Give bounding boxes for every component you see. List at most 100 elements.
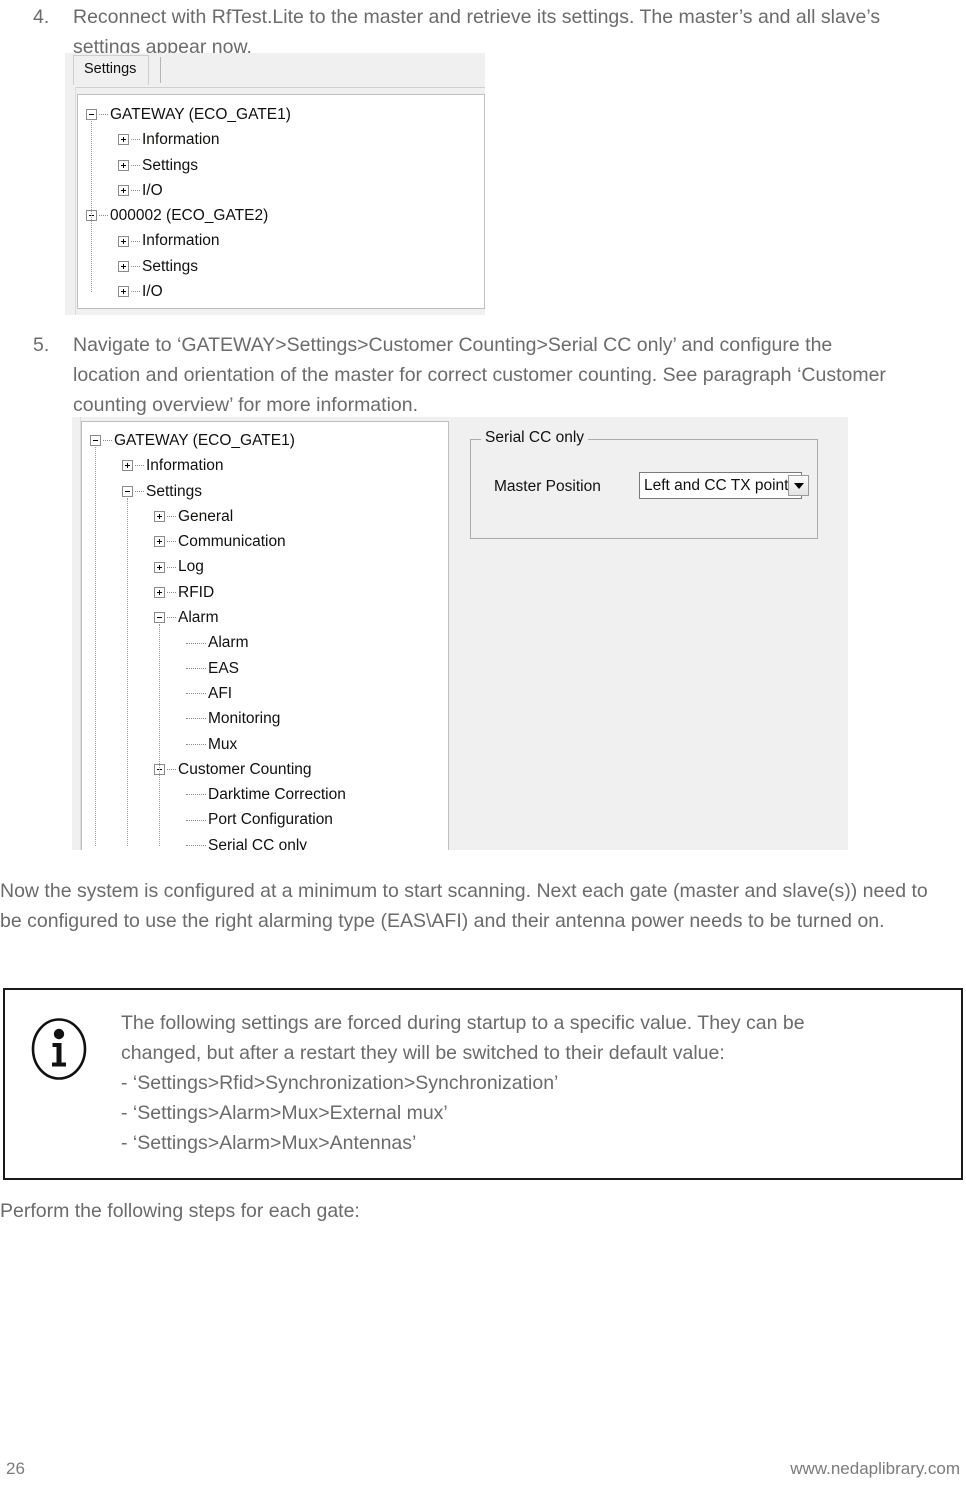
master-position-combobox[interactable]: Left and CC TX point [639,472,810,499]
tree-item-label: Monitoring [208,710,281,728]
tree-item[interactable]: General [90,504,346,529]
tree-guide-line [159,624,160,847]
tree-item[interactable]: Information [86,127,291,152]
left-gutter [65,87,76,315]
tree-connector-icon [131,265,140,268]
tree-item[interactable]: Communication [90,529,346,554]
tree-item[interactable]: Information [90,453,346,478]
collapse-minus-icon[interactable] [122,485,133,497]
tree-item[interactable]: Log [90,554,346,579]
tree-leaf-connector-icon [186,819,206,822]
tree-item[interactable]: AFI [90,681,346,706]
master-position-value: Left and CC TX point [644,476,789,494]
settings-detail-panel: Serial CC only Master Position Left and … [450,417,848,850]
chevron-down-icon[interactable] [788,475,810,496]
list-item-step-5: 5. Navigate to ‘GATEWAY>Settings>Custome… [33,330,893,420]
expand-plus-icon[interactable] [154,586,165,598]
tree-item[interactable]: Settings [90,479,346,504]
tree-item[interactable]: GATEWAY (ECO_GATE1) [90,428,346,453]
tree-item-label: Information [146,457,224,475]
figure-serial-cc-screenshot: GATEWAY (ECO_GATE1) Information Settings Ge… [72,417,848,850]
tree-connector-icon [167,541,176,543]
expand-plus-icon[interactable] [118,185,129,197]
tree-item-label: EAS [208,659,240,677]
tree-item-label: Port Configuration [208,811,333,829]
expand-plus-icon[interactable] [118,260,129,272]
note-text: The following settings are forced during… [121,1008,941,1158]
gateway-tree[interactable]: GATEWAY (ECO_GATE1) Information Settings I/… [86,102,291,304]
tree-item-label: Alarm [208,634,249,652]
collapse-minus-icon[interactable] [86,109,97,121]
tree-item[interactable]: Monitoring [90,706,346,731]
settings-tree-pane[interactable]: GATEWAY (ECO_GATE1) Information Settings Ge… [81,421,449,850]
tree-connector-icon [131,139,140,141]
tree-leaf-connector-icon [186,743,206,746]
tree-leaf-connector-icon [186,667,206,670]
tree-leaf-connector-icon [186,844,206,847]
note-line-5: - ‘Settings>Alarm>Mux>Antennas’ [121,1132,417,1154]
info-icon [31,1018,87,1080]
tree-item[interactable]: Settings [86,153,291,178]
tree-item-label: Darktime Correction [208,786,346,804]
left-gutter-2 [72,417,81,850]
tree-guide-line [95,447,96,847]
expand-plus-icon[interactable] [118,134,129,146]
tree-item-label: Information [142,131,220,149]
tree-connector-icon [167,769,176,771]
tree-item[interactable]: Customer Counting [90,757,346,782]
tree-item[interactable]: Serial CC only [90,833,346,850]
tree-item[interactable]: Mux [90,732,346,757]
collapse-minus-icon[interactable] [90,435,101,447]
tree-guide-line [91,121,92,293]
tree-connector-icon [167,617,176,619]
gateway-tree-pane[interactable]: GATEWAY (ECO_GATE1) Information Settings I/… [77,94,485,309]
tree-item[interactable]: Settings [86,254,291,279]
tree-leaf-connector-icon [186,794,206,796]
tree-item-label: I/O [142,181,163,199]
tree-item-label: I/O [142,283,163,301]
tree-item[interactable]: EAS [90,656,346,681]
step-5-text: Navigate to ‘GATEWAY>Settings>Customer C… [73,334,886,416]
tree-item[interactable]: Darktime Correction [90,782,346,807]
expand-plus-icon[interactable] [118,159,129,171]
tree-item[interactable]: 000002 (ECO_GATE2) [86,203,291,228]
settings-tree[interactable]: GATEWAY (ECO_GATE1) Information Settings Ge… [90,428,346,850]
tree-connector-icon [167,566,176,569]
tree-item[interactable]: I/O [86,279,291,304]
tree-item[interactable]: Port Configuration [90,807,346,832]
tree-connector-icon [103,440,112,442]
expand-plus-icon[interactable] [118,235,129,247]
tree-item-label: Communication [178,533,286,551]
master-position-label: Master Position [494,478,601,495]
expand-plus-icon[interactable] [154,536,165,548]
tree-item[interactable]: Alarm [90,630,346,655]
tab-settings[interactable]: Settings [73,55,150,85]
tree-connector-icon [131,164,140,167]
footer-url: www.nedaplibrary.com [790,1459,960,1478]
tab-settings-label: Settings [84,61,137,77]
tree-guide-line [127,497,128,847]
expand-plus-icon[interactable] [118,286,129,298]
tree-item[interactable]: Alarm [90,605,346,630]
tree-connector-icon [99,215,108,217]
note-box: The following settings are forced during… [3,988,963,1180]
tree-item-label: Alarm [178,609,219,627]
paragraph-perform-steps: Perform the following steps for each gat… [0,1200,360,1222]
tree-item[interactable]: RFID [90,580,346,605]
expand-plus-icon[interactable] [122,460,133,472]
tree-item[interactable]: I/O [86,178,291,203]
tree-connector-icon [167,516,176,518]
serial-cc-only-groupbox: Serial CC only Master Position Left and … [470,429,818,539]
tree-leaf-connector-icon [186,642,206,645]
tree-item[interactable]: GATEWAY (ECO_GATE1) [86,102,291,127]
figure-settings-tree-screenshot: Settings GATEWAY (ECO_GATE1) Information S… [65,53,485,315]
expand-plus-icon[interactable] [154,511,165,523]
tree-item[interactable]: Information [86,228,291,253]
tree-item-label: Log [178,558,204,576]
tab-divider [160,57,161,83]
collapse-minus-icon[interactable] [154,612,165,624]
tree-item-label: Settings [142,156,199,174]
page-number: 26 [6,1459,25,1478]
expand-plus-icon[interactable] [154,561,165,573]
tree-connector-icon [131,291,140,293]
